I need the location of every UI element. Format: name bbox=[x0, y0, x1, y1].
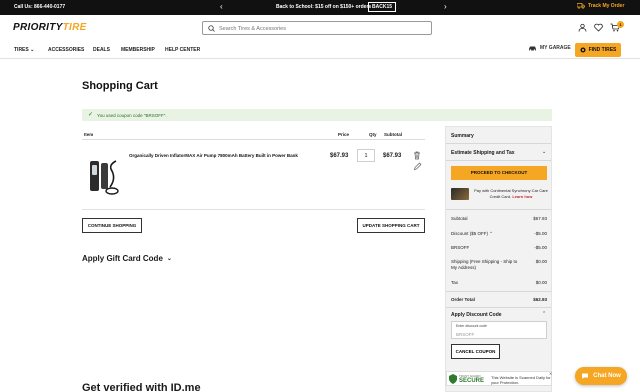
divider bbox=[446, 143, 551, 144]
nav-item-accessories[interactable]: ACCESSORIES bbox=[48, 47, 84, 53]
promo-text: Back to School: $15 off on $150+ orders bbox=[276, 4, 372, 10]
logo-tire: TIRE bbox=[62, 22, 87, 33]
chat-now-label: Chat Now bbox=[593, 373, 621, 379]
site-logo[interactable]: PRIORITYTIRE bbox=[13, 22, 87, 33]
chat-now-button[interactable]: Chat Now bbox=[575, 367, 627, 385]
chevron-up-icon[interactable]: ⌃ bbox=[542, 311, 546, 317]
site-header: PRIORITYTIRE 1 bbox=[0, 15, 640, 41]
announcement-bar: Call Us: 866-440-0177 ‹ Back to School: … bbox=[0, 0, 640, 15]
credit-card-text: Pay with Continental Synchrony Car Care … bbox=[474, 188, 548, 199]
quantity-input[interactable] bbox=[357, 149, 375, 162]
logo-priority: PRIORITY bbox=[13, 22, 63, 33]
promo-prev-icon[interactable]: ‹ bbox=[220, 2, 223, 11]
product-subtotal: $67.93 bbox=[383, 153, 402, 159]
summary-label: Discount ($5 OFF) ⌃ bbox=[451, 231, 521, 237]
close-icon[interactable]: ✕ bbox=[549, 371, 552, 376]
scan-note: This Website is Scanned Daily for your P… bbox=[491, 375, 551, 385]
search-icon[interactable] bbox=[208, 25, 215, 32]
find-tires-label: FIND TIRES bbox=[588, 47, 617, 53]
divider bbox=[446, 291, 551, 292]
nav-item-deals[interactable]: DEALS bbox=[93, 47, 110, 53]
column-price: Price bbox=[338, 132, 350, 137]
proceed-to-checkout-button[interactable]: PROCEED TO CHECKOUT bbox=[451, 166, 547, 180]
car-icon bbox=[529, 46, 536, 51]
search-bar bbox=[202, 21, 432, 35]
column-item: Item bbox=[84, 132, 94, 137]
promo-code: BACK15 bbox=[368, 2, 397, 12]
summary-label: BRSOFF bbox=[451, 245, 470, 250]
tire-icon bbox=[580, 47, 586, 53]
credit-card-promo: Pay with Continental Synchrony Car Care … bbox=[472, 188, 550, 200]
column-qty: Qty bbox=[369, 132, 377, 137]
promo-next-icon[interactable]: › bbox=[444, 2, 447, 11]
summary-label: Shipping (Free Shipping - Ship to My Add… bbox=[451, 259, 518, 270]
chat-bubble-icon bbox=[582, 373, 589, 379]
page-title: Shopping Cart bbox=[82, 80, 158, 92]
divider bbox=[446, 307, 551, 308]
nav-item-membership[interactable]: MEMBERSHIP bbox=[121, 47, 155, 53]
summary-title: Summary bbox=[451, 133, 474, 139]
wishlist-heart-icon[interactable] bbox=[594, 23, 603, 32]
trash-icon[interactable] bbox=[413, 151, 421, 160]
chevron-down-icon: ⌄ bbox=[30, 47, 35, 53]
learn-how-link[interactable]: Learn how bbox=[512, 194, 532, 199]
column-subtotal: Subtotal bbox=[384, 132, 402, 137]
continue-shopping-button[interactable]: CONTINUE SHOPPING bbox=[82, 218, 142, 233]
order-summary: Summary Estimate Shipping and Tax ⌄ PROC… bbox=[445, 126, 552, 392]
account-icon[interactable] bbox=[578, 23, 587, 32]
apply-discount-toggle[interactable]: Apply Discount Code bbox=[451, 312, 502, 318]
cart-table-header: Item Price Qty Subtotal bbox=[82, 128, 425, 140]
verify-id-heading: Get verified with ID.me bbox=[82, 382, 201, 392]
summary-value: $62.93 bbox=[533, 297, 547, 302]
find-tires-button[interactable]: FIND TIRES bbox=[575, 43, 621, 57]
summary-value: -$5.00 bbox=[534, 231, 547, 236]
coupon-success-alert: ✓ You used coupon code "BRSOFF". bbox=[82, 109, 552, 121]
credit-card-image bbox=[451, 188, 469, 200]
row-divider bbox=[82, 209, 425, 210]
divider bbox=[446, 160, 551, 161]
discount-code-input[interactable] bbox=[456, 330, 542, 338]
product-name[interactable]: Organically Driven InflatorMAX Air Pump … bbox=[129, 153, 309, 158]
track-order-label: Track My Order bbox=[588, 3, 625, 9]
product-image[interactable] bbox=[86, 157, 120, 199]
main-nav: TIRES ⌄ ACCESSORIES DEALS MEMBERSHIP HEL… bbox=[0, 41, 640, 59]
nav-item-tires[interactable]: TIRES ⌄ bbox=[14, 47, 34, 53]
product-price: $67.93 bbox=[330, 153, 349, 159]
cart-count-badge: 1 bbox=[617, 21, 624, 28]
nav-item-tires-label: TIRES bbox=[14, 47, 29, 53]
my-garage-link[interactable]: MY GARAGE bbox=[528, 45, 571, 51]
estimate-shipping-toggle[interactable]: Estimate Shipping and Tax bbox=[451, 150, 515, 156]
trust-guard-badge[interactable]: TRUST GUARD SECURE This Website is Scann… bbox=[446, 371, 552, 386]
secure-label: SECURE bbox=[459, 378, 485, 384]
cancel-coupon-button[interactable]: CANCEL COUPON bbox=[451, 344, 500, 359]
summary-value: $0.00 bbox=[535, 280, 547, 285]
chevron-down-icon[interactable]: ⌄ bbox=[542, 149, 546, 155]
chevron-up-icon: ⌃ bbox=[489, 231, 494, 236]
shield-icon bbox=[449, 374, 457, 384]
chevron-down-icon: ⌄ bbox=[166, 256, 172, 262]
summary-label: Tax bbox=[451, 280, 459, 285]
check-icon: ✓ bbox=[88, 112, 94, 118]
nav-item-help-center[interactable]: HELP CENTER bbox=[165, 47, 200, 53]
gift-card-label: Apply Gift Card Code bbox=[82, 254, 163, 263]
summary-value: $0.00 bbox=[535, 259, 547, 264]
discount-label: Discount ($5 OFF) bbox=[451, 231, 489, 236]
discount-code-field: Enter discount code bbox=[451, 321, 547, 339]
track-order-link[interactable]: Track My Order bbox=[577, 3, 624, 9]
update-cart-button[interactable]: UPDATE SHOPPING CART bbox=[357, 218, 425, 233]
pencil-icon[interactable] bbox=[413, 162, 422, 171]
truck-icon bbox=[577, 3, 585, 9]
gift-card-toggle[interactable]: Apply Gift Card Code ⌄ bbox=[82, 254, 172, 263]
alert-message: You used coupon code "BRSOFF". bbox=[97, 112, 167, 118]
phone-number[interactable]: Call Us: 866-440-0177 bbox=[14, 4, 65, 10]
summary-value: $67.93 bbox=[533, 216, 547, 221]
summary-value: -$5.00 bbox=[534, 245, 547, 250]
discount-field-label: Enter discount code bbox=[456, 324, 487, 328]
summary-label: Order Total bbox=[451, 297, 475, 302]
divider bbox=[446, 209, 551, 210]
summary-label: Subtotal bbox=[451, 216, 468, 221]
my-garage-label: MY GARAGE bbox=[540, 45, 571, 51]
search-input[interactable] bbox=[219, 24, 419, 33]
